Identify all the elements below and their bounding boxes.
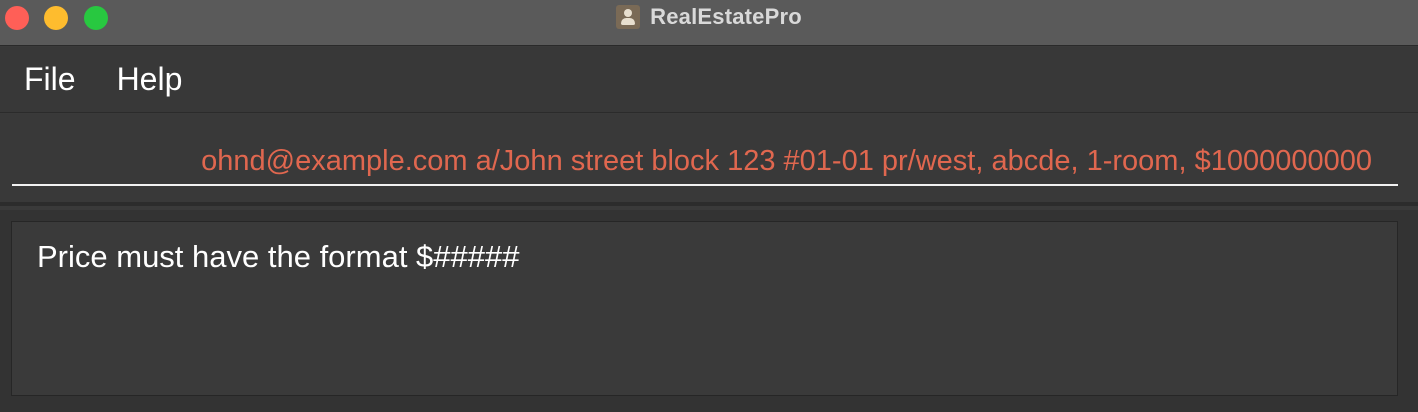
window-title: RealEstatePro	[650, 4, 802, 29]
result-display[interactable]: Price must have the format $#####	[11, 221, 1398, 396]
menu-bar: File Help	[0, 47, 1418, 113]
title-bar[interactable]: RealEstatePro	[0, 0, 1418, 46]
result-message: Price must have the format $#####	[37, 239, 520, 274]
command-box-panel: ohnd@example.com a/John street block 123…	[0, 114, 1418, 206]
menu-file[interactable]: File	[24, 61, 76, 98]
result-display-panel: Price must have the format $#####	[0, 210, 1418, 412]
menu-help[interactable]: Help	[117, 61, 183, 98]
command-input[interactable]: ohnd@example.com a/John street block 123…	[12, 138, 1398, 186]
contacts-icon	[616, 5, 641, 29]
app-window: RealEstatePro File Help ohnd@example.com…	[0, 0, 1418, 412]
window-title-group: RealEstatePro	[0, 0, 1418, 34]
